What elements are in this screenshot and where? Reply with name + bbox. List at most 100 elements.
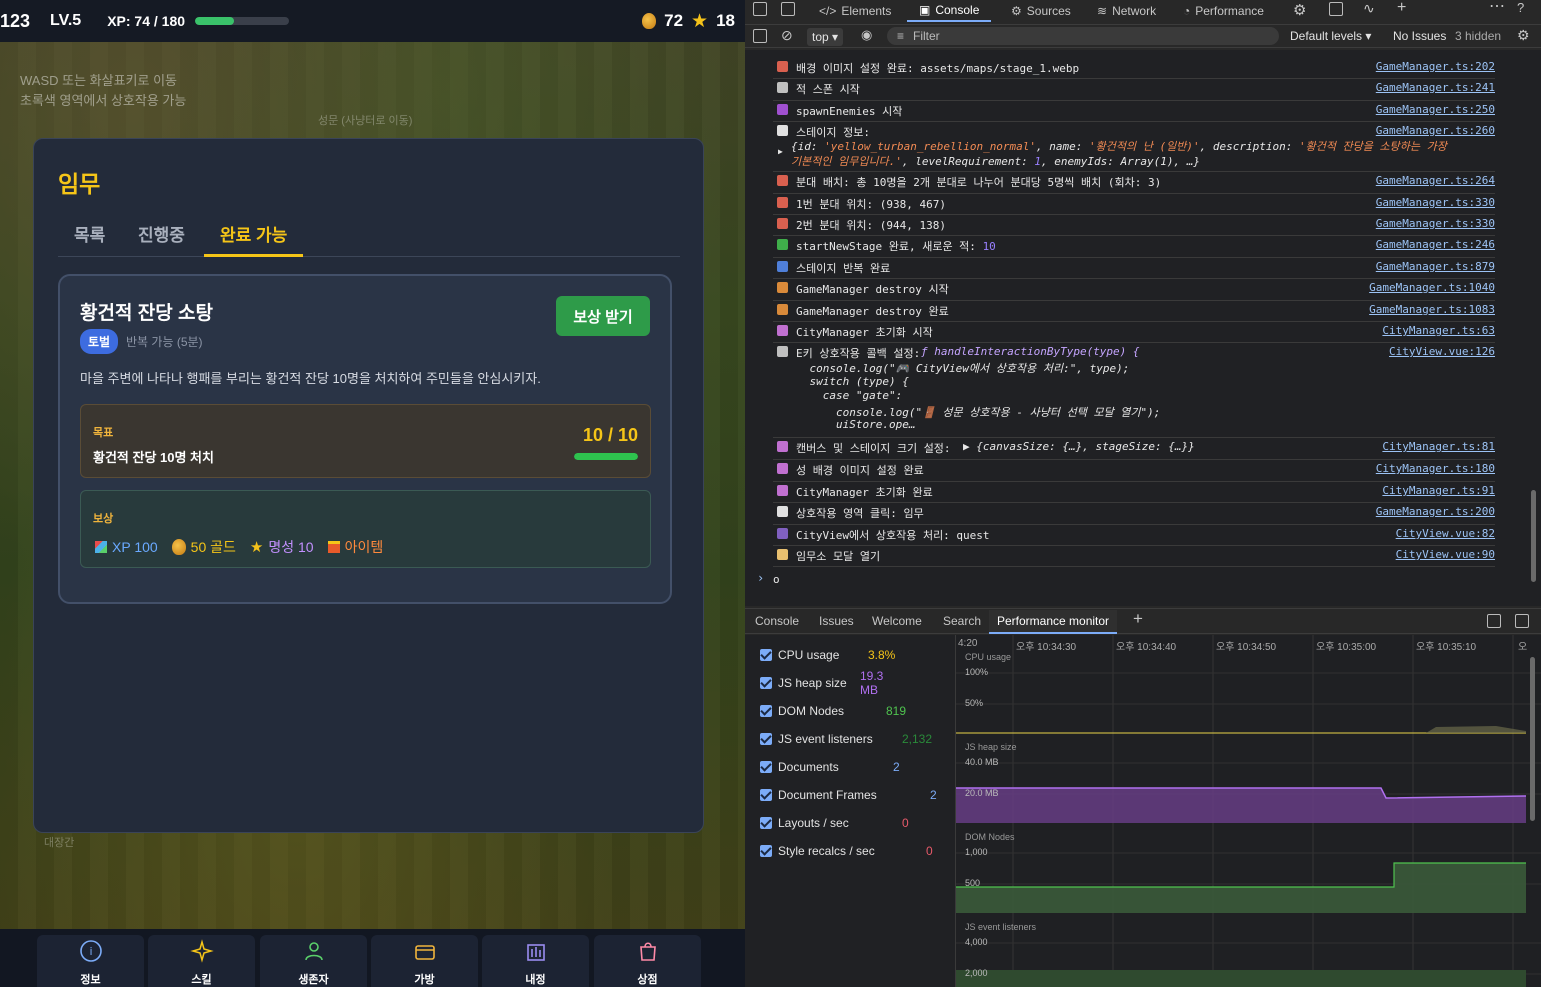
log-levels-select[interactable]: Default levels ▾ [1290, 29, 1371, 43]
checkbox-checked-icon[interactable] [760, 761, 772, 773]
source-link[interactable]: GameManager.ts:200 [1376, 505, 1495, 518]
source-link[interactable]: GameManager.ts:202 [1376, 60, 1495, 73]
device-toggle-icon[interactable] [781, 2, 795, 16]
source-link[interactable]: GameManager.ts:246 [1376, 238, 1495, 251]
checkbox-checked-icon[interactable] [760, 705, 772, 717]
cpu-scale-100: 100% [965, 667, 989, 677]
issues-count[interactable]: No Issues [1393, 29, 1446, 43]
perf-metric-toggle[interactable]: Layouts / sec 0 [760, 814, 909, 832]
close-drawer-icon[interactable] [1515, 614, 1529, 628]
source-link[interactable]: GameManager.ts:879 [1376, 260, 1495, 273]
bottom-nav: i 정보 스킬 생존자 가방 내정 상점 [0, 929, 745, 987]
checkbox-checked-icon[interactable] [760, 845, 772, 857]
tab-completable[interactable]: 완료 가능 [204, 221, 304, 257]
console-row: GameManager destroy 시작 GameManager.ts:104… [773, 279, 1495, 301]
log-emoji-icon [777, 261, 788, 272]
game-viewport: 123 LV.5 XP: 74 / 180 72 ★ 18 WASD 또는 화살… [0, 0, 745, 987]
source-link[interactable]: CityManager.ts:91 [1382, 484, 1495, 497]
source-link[interactable]: GameManager.ts:330 [1376, 217, 1495, 230]
perf-metric-toggle[interactable]: Document Frames 2 [760, 786, 937, 804]
source-link[interactable]: GameManager.ts:260 [1376, 124, 1495, 137]
nav-shop-button[interactable]: 상점 [594, 935, 701, 987]
reward-label: 보상 [93, 513, 114, 525]
drawer-tab-welcome[interactable]: Welcome [872, 614, 922, 628]
console-message: 2번 분대 위치: (944, 138) [796, 219, 946, 232]
nav-skill-button[interactable]: 스킬 [148, 935, 255, 987]
help-icon[interactable]: ? [1517, 0, 1524, 15]
source-link[interactable]: GameManager.ts:250 [1376, 103, 1495, 116]
checkbox-checked-icon[interactable] [760, 677, 772, 689]
drawer-tab-console[interactable]: Console [755, 614, 799, 628]
tab-elements-label: Elements [841, 4, 892, 18]
perf-metric-toggle[interactable]: JS event listeners 2,132 [760, 730, 932, 748]
source-link[interactable]: CityManager.ts:81 [1382, 440, 1495, 453]
clear-console-icon[interactable]: ⊘ [781, 27, 793, 44]
tab-console[interactable]: ▣ Console [907, 0, 992, 22]
nav-bag-button[interactable]: 가방 [371, 935, 478, 987]
sidebar-toggle-icon[interactable] [753, 29, 767, 43]
source-link[interactable]: GameManager.ts:264 [1376, 174, 1495, 187]
checkbox-checked-icon[interactable] [760, 789, 772, 801]
source-link[interactable]: GameManager.ts:330 [1376, 196, 1495, 209]
tab-performance[interactable]: ◔ Performance [1183, 0, 1264, 22]
stage-object-preview[interactable]: ▶ {id: 'yellow_turban_rebellion_normal', … [778, 139, 1447, 169]
tab-network[interactable]: ≋ Network [1097, 0, 1156, 22]
inspect-icon[interactable] [753, 2, 767, 16]
console-row: CityManager 초기화 시작 CityManager.ts:63 [773, 322, 1495, 343]
console-row: 캔버스 및 스테이지 크기 설정: CityManager.ts:81 ▶ {can… [773, 438, 1495, 460]
source-link[interactable]: CityManager.ts:63 [1382, 324, 1495, 337]
eye-icon[interactable]: ◉ [861, 27, 872, 43]
tab-elements[interactable]: </> Elements [819, 0, 891, 22]
source-link[interactable]: CityManager.ts:180 [1376, 462, 1495, 475]
fame-count: 18 [716, 11, 735, 30]
source-link[interactable]: CityView.vue:82 [1396, 527, 1495, 540]
listeners-chart-label: JS event listeners [965, 922, 1037, 932]
log-levels-label: Default levels [1290, 29, 1363, 43]
more-menu-icon[interactable]: ⋯ [1489, 0, 1505, 16]
drawer-tab-search[interactable]: Search [943, 614, 981, 628]
source-link[interactable]: GameManager.ts:1040 [1369, 281, 1495, 294]
tab-list[interactable]: 목록 [74, 221, 105, 257]
goal-count: 10 / 10 [582, 425, 638, 445]
dom-area [956, 863, 1526, 913]
checkbox-checked-icon[interactable] [760, 649, 772, 661]
nav-admin-button[interactable]: 내정 [482, 935, 589, 987]
memory-icon[interactable] [1329, 2, 1343, 16]
add-tab-icon[interactable]: + [1397, 0, 1406, 17]
nav-survivor-button[interactable]: 생존자 [260, 935, 367, 987]
gold-icon [642, 13, 657, 29]
source-link[interactable]: GameManager.ts:241 [1376, 81, 1495, 94]
perf-metric-toggle[interactable]: Style recalcs / sec 0 [760, 842, 933, 860]
console-settings-icon[interactable]: ⚙ [1517, 27, 1530, 44]
perf-metric-value: 19.3 MB [860, 669, 884, 697]
console-input[interactable]: o [773, 573, 780, 586]
time-label: 오후 10:35:10 [1416, 642, 1477, 653]
perf-metric-toggle[interactable]: DOM Nodes 819 [760, 702, 906, 720]
claim-reward-button[interactable]: 보상 받기 [556, 296, 650, 336]
drawer-tab-performance-monitor[interactable]: Performance monitor [989, 610, 1118, 634]
perf-metric-toggle[interactable]: Documents 2 [760, 758, 900, 776]
checkbox-checked-icon[interactable] [760, 733, 772, 745]
console-filter-input[interactable]: ≡ Filter [887, 27, 1279, 45]
settings-gear-icon[interactable]: ⚙ [1293, 1, 1306, 19]
expand-triangle-icon[interactable]: ▶ [778, 144, 783, 159]
perf-metric-toggle[interactable]: JS heap size 19.3 MB [760, 669, 883, 697]
perf-metric-toggle[interactable]: CPU usage 3.8% [760, 646, 895, 664]
log-emoji-icon [777, 197, 788, 208]
tab-sources[interactable]: ⚙ Sources [1011, 0, 1071, 22]
drawer-tab-issues[interactable]: Issues [819, 614, 854, 628]
checkbox-checked-icon[interactable] [760, 817, 772, 829]
perf-chart: 4:20 오후 10:34:30 오후 10:34:40 오후 10:34:50… [955, 635, 1541, 987]
source-link[interactable]: GameManager.ts:1083 [1369, 303, 1495, 316]
add-drawer-tab-icon[interactable]: + [1133, 609, 1143, 629]
source-link[interactable]: CityView.vue:90 [1396, 548, 1495, 561]
dock-icon[interactable] [1487, 614, 1501, 628]
activity-icon[interactable]: ∿ [1363, 0, 1375, 17]
context-select[interactable]: top ▾ [807, 28, 844, 46]
xp-progress-bar [195, 17, 290, 25]
tab-in-progress[interactable]: 진행중 [138, 221, 185, 257]
source-link[interactable]: CityView.vue:126 [1389, 345, 1495, 358]
canvas-object-preview[interactable]: ▶ {canvasSize: {…}, stageSize: {…}} [963, 440, 1195, 453]
nav-info-button[interactable]: i 정보 [37, 935, 144, 987]
console-scrollbar[interactable] [1531, 490, 1536, 582]
